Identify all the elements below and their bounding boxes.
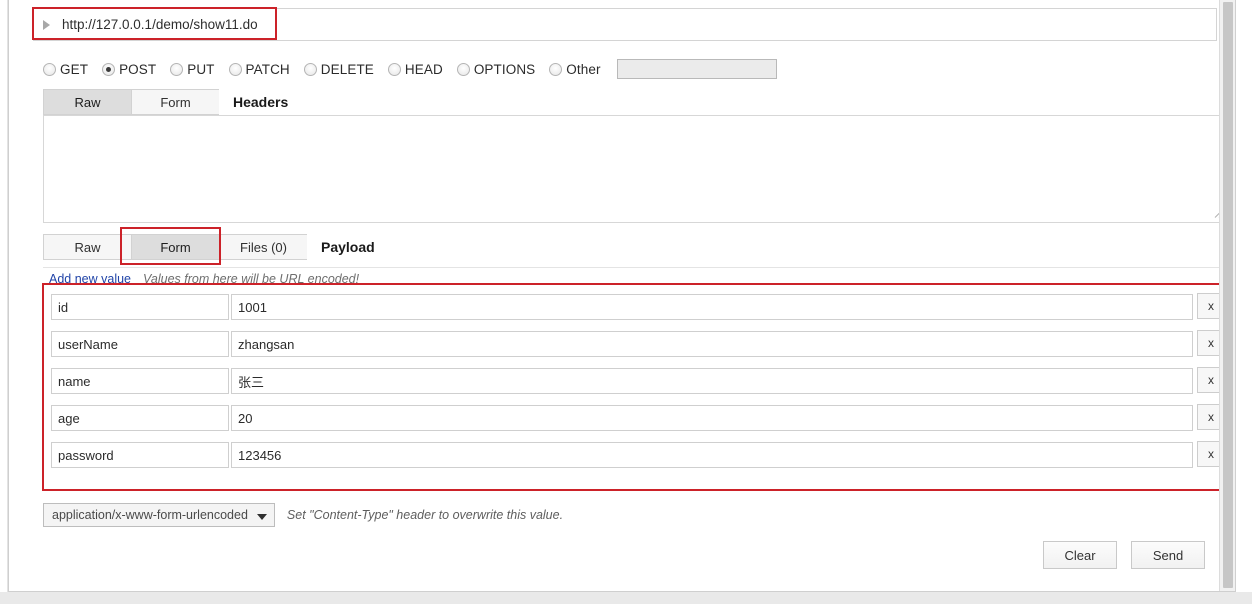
radio-icon: [549, 62, 563, 76]
payload-section-title: Payload: [321, 239, 375, 255]
other-method-input[interactable]: [616, 59, 777, 79]
form-row: x: [49, 326, 1229, 363]
radio-icon: [303, 62, 317, 76]
method-radio-patch[interactable]: PATCH: [228, 61, 290, 77]
headers-textarea[interactable]: [43, 115, 1231, 223]
form-row-key-input[interactable]: [51, 294, 229, 320]
triangle-right-icon[interactable]: [40, 18, 54, 32]
send-button[interactable]: Send: [1131, 541, 1205, 569]
tab-payload-files[interactable]: Files (0): [219, 234, 307, 260]
form-row-value-input[interactable]: [231, 405, 1193, 431]
content-type-row: application/x-www-form-urlencoded Set "C…: [43, 503, 563, 527]
method-radio-get[interactable]: GET: [43, 62, 88, 77]
content-type-select[interactable]: application/x-www-form-urlencoded: [43, 503, 275, 527]
rest-client-window: GET POST PUT PATCH DELETE HEAD: [0, 0, 1252, 604]
method-label: GET: [60, 61, 89, 77]
add-new-value-link[interactable]: Add new value: [49, 272, 131, 286]
method-label: PUT: [187, 61, 215, 77]
headers-section-title: Headers: [233, 94, 289, 110]
radio-icon: [456, 62, 470, 76]
payload-tabstrip: Raw Form Files (0) Payload: [43, 234, 375, 260]
form-row: x: [49, 437, 1229, 474]
http-method-radio-group: GET POST PUT PATCH DELETE HEAD OPTIONS O…: [43, 58, 777, 80]
method-label: HEAD: [404, 61, 443, 77]
tab-headers-raw[interactable]: Raw: [43, 89, 131, 115]
divider: [43, 267, 1231, 268]
request-builder-panel: GET POST PUT PATCH DELETE HEAD: [8, 0, 1236, 592]
url-input[interactable]: [58, 12, 1212, 37]
url-row: [33, 8, 1217, 41]
url-field-container[interactable]: [33, 8, 1217, 41]
form-row-value-input[interactable]: [231, 442, 1193, 468]
tab-payload-form[interactable]: Form: [131, 234, 219, 260]
form-row-key-input[interactable]: [51, 405, 229, 431]
form-row-value-input[interactable]: [231, 368, 1193, 394]
method-label: PATCH: [245, 61, 290, 77]
scrollbar-thumb[interactable]: [1223, 2, 1233, 588]
form-row: x: [49, 400, 1229, 437]
form-row: x: [49, 363, 1229, 400]
form-row-key-input[interactable]: [51, 442, 229, 468]
method-radio-delete[interactable]: DELETE: [303, 61, 374, 77]
payload-hint-row: Add new value Values from here will be U…: [49, 272, 359, 286]
form-row-value-input[interactable]: [231, 331, 1193, 357]
method-radio-options[interactable]: OPTIONS: [456, 61, 536, 77]
window-bottom-edge: [0, 592, 1252, 604]
form-row: x: [49, 289, 1229, 326]
vertical-scrollbar[interactable]: [1219, 0, 1235, 591]
form-row-key-input[interactable]: [51, 368, 229, 394]
url-encode-hint: Values from here will be URL encoded!: [143, 272, 360, 286]
method-radio-head[interactable]: HEAD: [387, 61, 443, 77]
content-type-note: Set "Content-Type" header to overwrite t…: [286, 508, 564, 522]
method-label: Other: [566, 61, 601, 77]
radio-icon-selected: [102, 62, 116, 76]
tab-payload-raw[interactable]: Raw: [43, 234, 131, 260]
radio-icon: [228, 62, 242, 76]
method-radio-post[interactable]: POST: [102, 62, 156, 77]
form-row-key-input[interactable]: [51, 331, 229, 357]
radio-icon: [43, 62, 56, 76]
method-label: DELETE: [320, 61, 374, 77]
tab-headers-form[interactable]: Form: [131, 89, 219, 115]
form-row-value-input[interactable]: [231, 294, 1193, 320]
window-left-edge: [0, 0, 8, 592]
method-label: POST: [119, 61, 157, 77]
method-radio-other[interactable]: Other: [549, 62, 600, 77]
payload-form-rows: xxxxx: [49, 289, 1229, 474]
method-radio-put[interactable]: PUT: [170, 62, 214, 77]
headers-tabstrip: Raw Form Headers: [43, 89, 288, 115]
chevron-down-icon: [256, 514, 267, 520]
clear-button[interactable]: Clear: [1043, 541, 1117, 569]
action-buttons: Clear Send: [1043, 541, 1205, 569]
radio-icon: [170, 62, 184, 76]
content-type-value: application/x-www-form-urlencoded: [52, 508, 248, 522]
method-label: OPTIONS: [473, 61, 536, 77]
radio-icon: [387, 62, 401, 76]
